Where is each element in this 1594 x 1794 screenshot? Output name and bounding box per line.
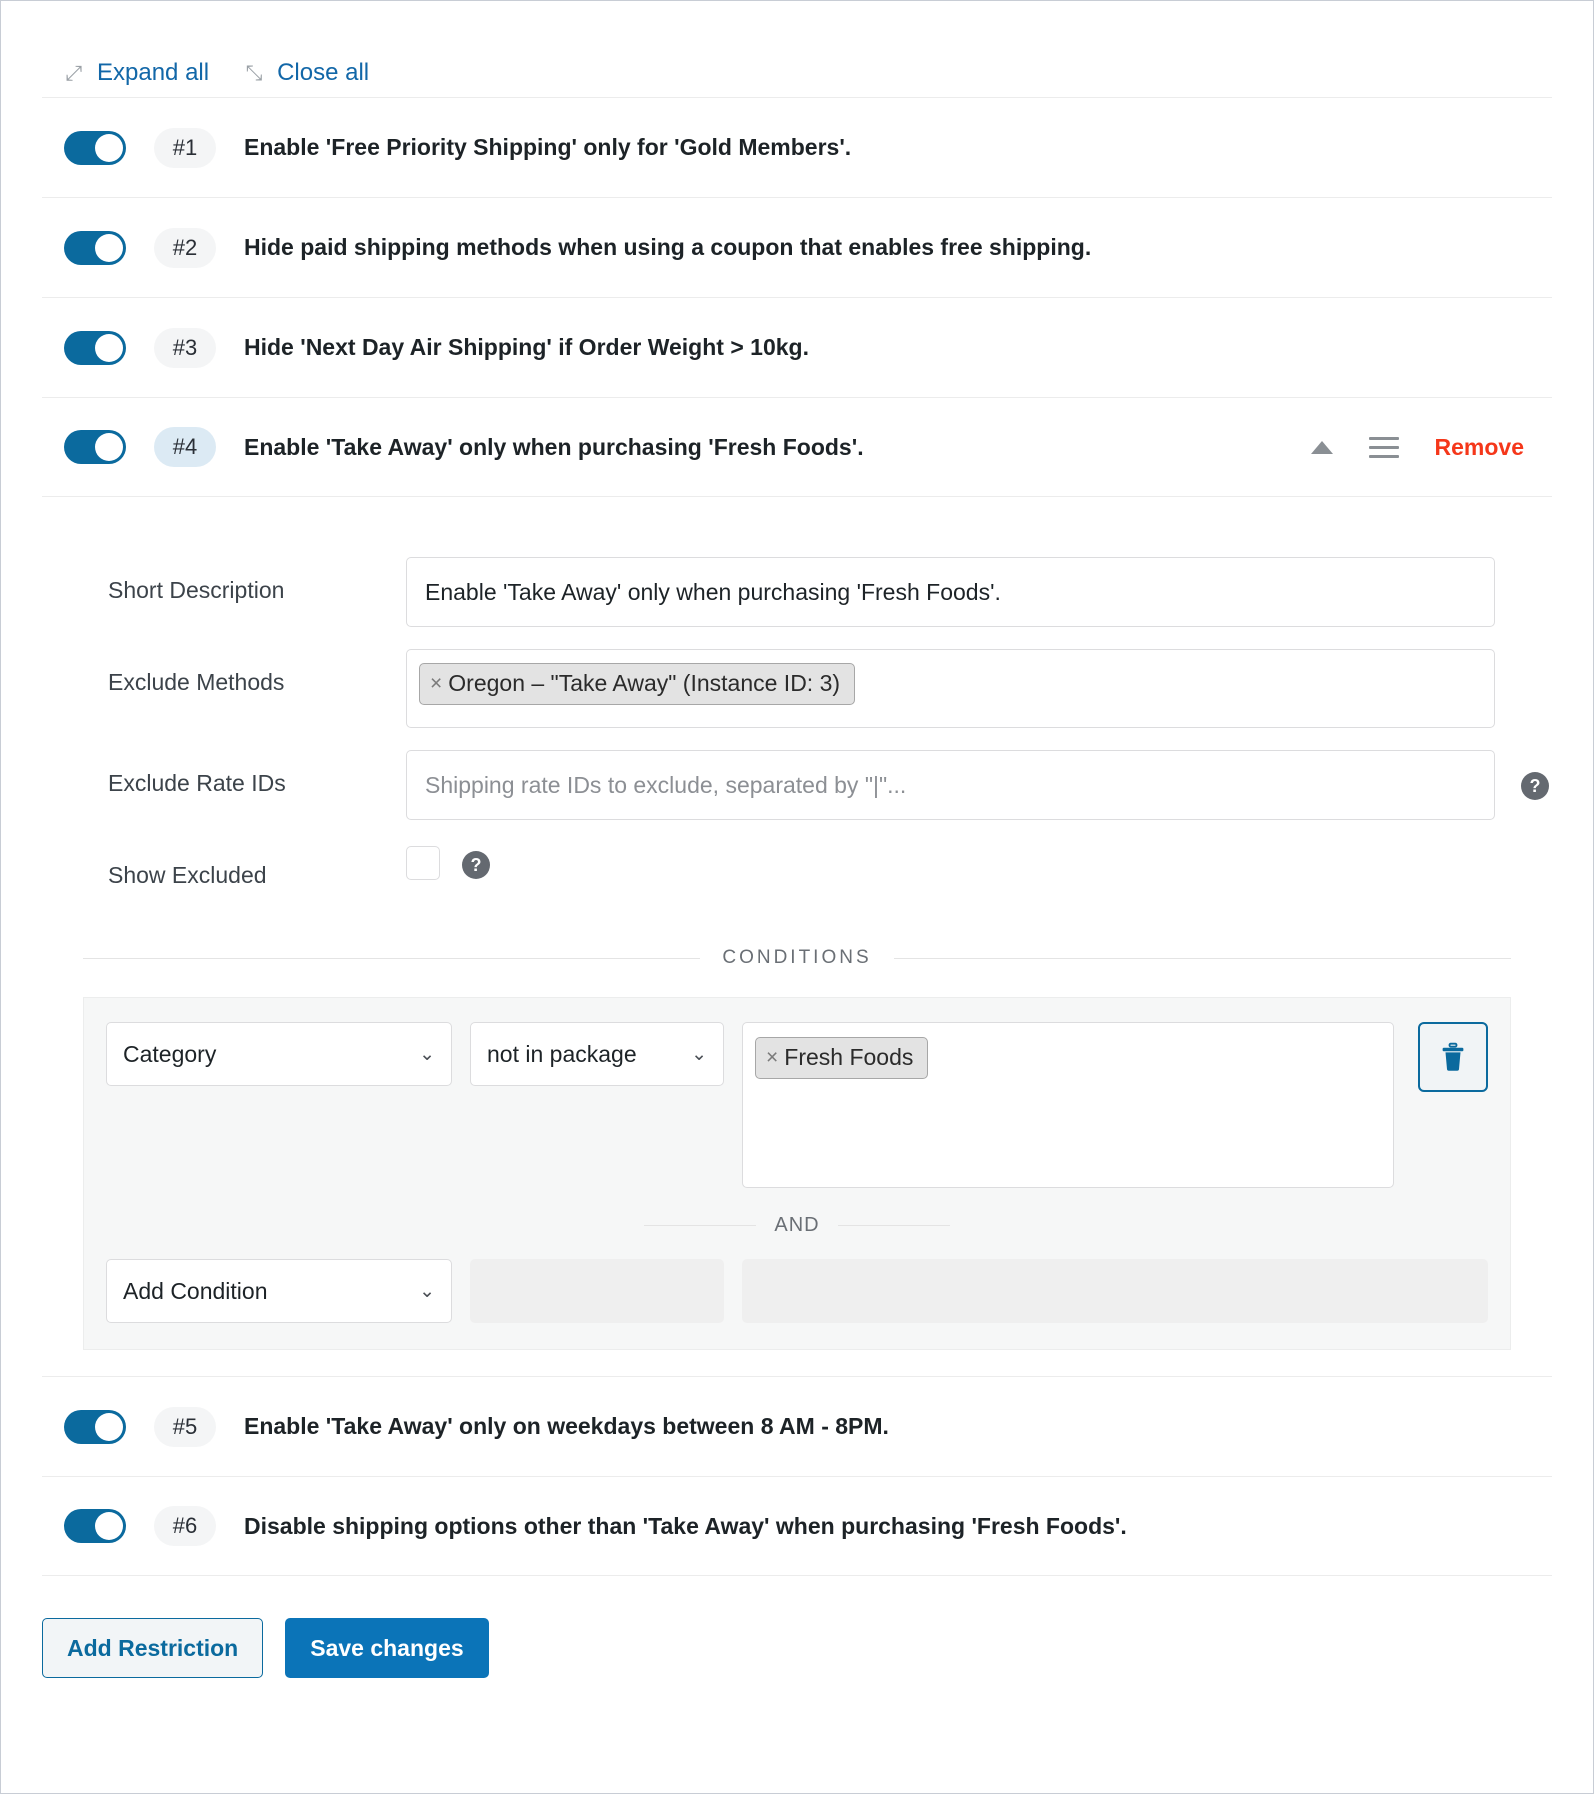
restriction-toggle-1[interactable] [64,131,126,165]
restriction-badge-5: #5 [154,1407,216,1447]
restriction-toggle-2[interactable] [64,231,126,265]
field-exclude-rate-ids: Exclude Rate IDs Shipping rate IDs to ex… [42,750,1552,820]
chevron-down-icon: ⌄ [691,1043,707,1066]
conditions-panel: Category ⌄ not in package ⌄ × Fresh Food… [83,997,1511,1350]
and-line-left [644,1225,756,1226]
restriction-title-6: Disable shipping options other than 'Tak… [244,1513,1127,1540]
restriction-badge-2: #2 [154,228,216,268]
and-divider: AND [106,1214,1488,1237]
restriction-title-5: Enable 'Take Away' only on weekdays betw… [244,1413,889,1440]
add-condition-select[interactable]: Add Condition ⌄ [106,1259,452,1323]
conditions-section-label: CONDITIONS [722,947,871,969]
field-short-description: Short Description Enable 'Take Away' onl… [42,557,1552,627]
restriction-badge-6: #6 [154,1506,216,1546]
collapse-arrows-icon: ⤡ [243,63,265,84]
condition-operator-select[interactable]: not in package ⌄ [470,1022,724,1086]
page-footer: Add Restriction Save changes [1,1576,1593,1678]
short-description-label: Short Description [108,557,406,604]
add-condition-value-placeholder [742,1259,1488,1323]
add-condition-label: Add Condition [123,1278,268,1305]
divider-line-right [894,958,1511,959]
and-label: AND [774,1214,819,1237]
toggle-knob [95,433,123,461]
short-description-input[interactable]: Enable 'Take Away' only when purchasing … [406,557,1495,627]
drag-handle-icon[interactable] [1369,431,1399,464]
exclude-rate-ids-label: Exclude Rate IDs [108,750,406,797]
close-all-button[interactable]: ⤡ Close all [243,59,369,87]
show-excluded-label: Show Excluded [108,842,406,889]
token-label: Fresh Foods [784,1046,913,1069]
restriction-row-2[interactable]: #2 Hide paid shipping methods when using… [42,197,1552,297]
help-icon-show-excluded[interactable]: ? [462,851,490,879]
save-changes-button[interactable]: Save changes [285,1618,488,1678]
chevron-down-icon: ⌄ [419,1043,435,1066]
restriction-title-4: Enable 'Take Away' only when purchasing … [244,434,864,461]
and-line-right [838,1225,950,1226]
show-excluded-checkbox[interactable] [406,846,440,880]
condition-value-token[interactable]: × Fresh Foods [755,1037,928,1079]
list-toolbar: ⤢ Expand all ⤡ Close all [1,1,1593,97]
restriction-badge-3: #3 [154,328,216,368]
expand-all-button[interactable]: ⤢ Expand all [63,59,209,87]
restriction-row-actions: Remove [1311,431,1542,464]
delete-condition-button[interactable] [1418,1022,1488,1092]
condition-operator-value: not in package [487,1041,637,1068]
expand-all-label: Expand all [97,59,209,87]
restriction-toggle-3[interactable] [64,331,126,365]
restriction-title-1: Enable 'Free Priority Shipping' only for… [244,134,851,161]
condition-value-input[interactable]: × Fresh Foods [742,1022,1394,1188]
restriction-row-6[interactable]: #6 Disable shipping options other than '… [42,1476,1552,1576]
condition-row: Category ⌄ not in package ⌄ × Fresh Food… [106,1022,1488,1188]
remove-token-icon[interactable]: × [430,673,442,694]
restriction-toggle-5[interactable] [64,1410,126,1444]
add-restriction-button[interactable]: Add Restriction [42,1618,263,1678]
toggle-knob [95,1413,123,1441]
condition-attribute-select[interactable]: Category ⌄ [106,1022,452,1086]
restriction-badge-1: #1 [154,128,216,168]
restriction-row-3[interactable]: #3 Hide 'Next Day Air Shipping' if Order… [42,297,1552,397]
toggle-knob [95,1512,123,1540]
help-icon-exclude-rate-ids[interactable]: ? [1521,772,1549,800]
restriction-title-3: Hide 'Next Day Air Shipping' if Order We… [244,334,809,361]
restriction-row-5[interactable]: #5 Enable 'Take Away' only on weekdays b… [42,1376,1552,1476]
restriction-row-1[interactable]: #1 Enable 'Free Priority Shipping' only … [42,97,1552,197]
restriction-detail-panel: Short Description Enable 'Take Away' onl… [42,497,1552,1350]
token-label: Oregon – "Take Away" (Instance ID: 3) [448,672,840,695]
field-show-excluded: Show Excluded ? [42,842,1552,889]
add-condition-operator-placeholder [470,1259,724,1323]
toggle-knob [95,334,123,362]
restriction-title-2: Hide paid shipping methods when using a … [244,234,1091,261]
exclude-rate-ids-input[interactable]: Shipping rate IDs to exclude, separated … [406,750,1495,820]
field-exclude-methods: Exclude Methods × Oregon – "Take Away" (… [42,649,1552,728]
exclude-method-token[interactable]: × Oregon – "Take Away" (Instance ID: 3) [419,663,855,705]
toggle-knob [95,134,123,162]
divider-line-left [83,958,700,959]
expand-arrows-icon: ⤢ [63,63,85,84]
remove-token-icon[interactable]: × [766,1047,778,1068]
trash-icon [1439,1042,1467,1072]
restriction-list: #1 Enable 'Free Priority Shipping' only … [42,97,1552,1576]
exclude-methods-label: Exclude Methods [108,649,406,696]
add-condition-row: Add Condition ⌄ [106,1259,1488,1323]
restriction-badge-4: #4 [154,427,216,467]
remove-button[interactable]: Remove [1435,434,1524,461]
toggle-knob [95,234,123,262]
close-all-label: Close all [277,59,369,87]
condition-attribute-value: Category [123,1041,216,1068]
chevron-down-icon: ⌄ [419,1280,435,1303]
restriction-toggle-6[interactable] [64,1509,126,1543]
restriction-toggle-4[interactable] [64,430,126,464]
conditions-section-divider: CONDITIONS [83,947,1511,969]
restriction-row-4[interactable]: #4 Enable 'Take Away' only when purchasi… [42,397,1552,497]
exclude-methods-input[interactable]: × Oregon – "Take Away" (Instance ID: 3) [406,649,1495,728]
shipping-restrictions-page: ⤢ Expand all ⤡ Close all #1 Enable 'Free… [0,0,1594,1794]
collapse-caret-icon[interactable] [1311,441,1333,454]
